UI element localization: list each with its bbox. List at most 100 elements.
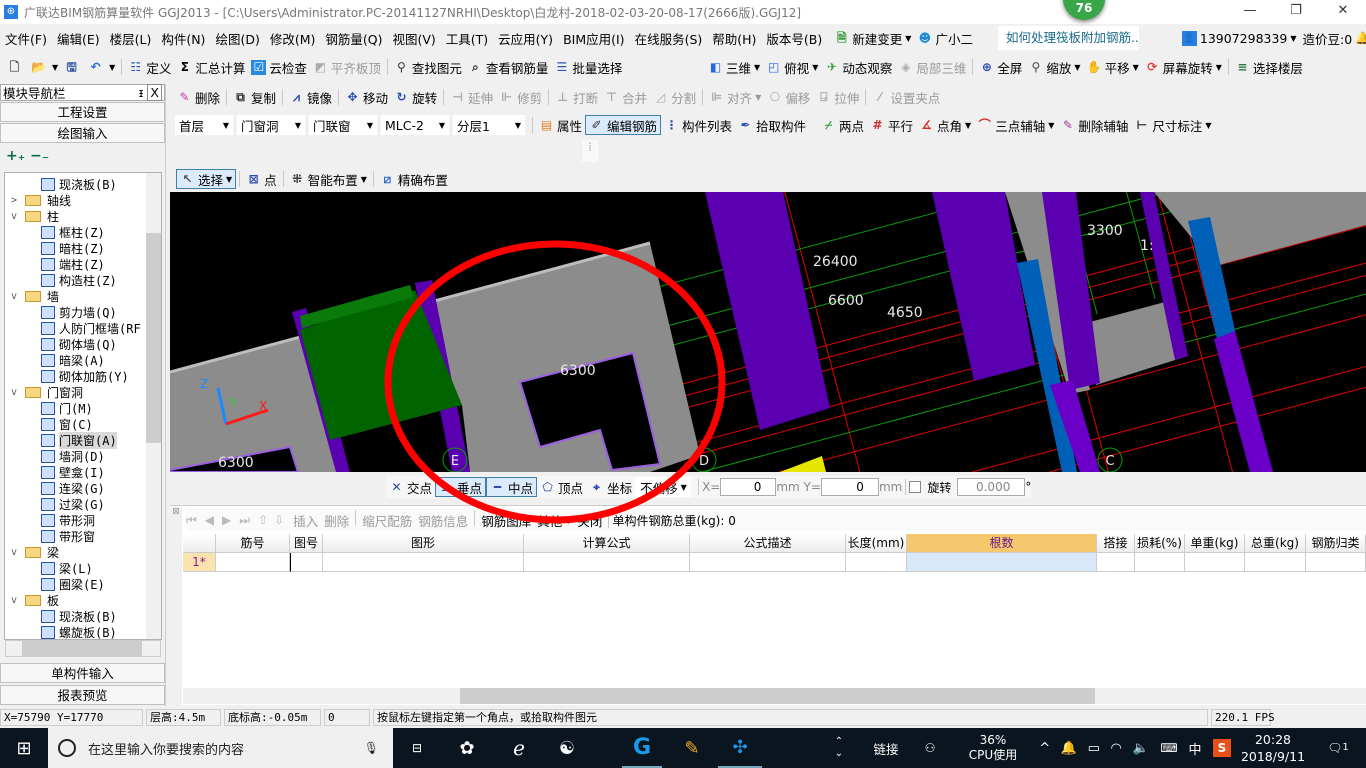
column-header[interactable]: 筋号: [216, 534, 290, 553]
menu-item[interactable]: 云应用(Y): [493, 29, 558, 48]
ie-icon[interactable]: ℯ: [502, 728, 536, 768]
toolbar-grip[interactable]: ⁞: [582, 140, 598, 162]
floor-component-select[interactable]: MLC-2 ▼: [381, 115, 449, 135]
menu-item[interactable]: 文件(F): [0, 29, 52, 48]
item-button[interactable]: 其他 ▼: [534, 510, 574, 530]
column-header[interactable]: 计算公式: [524, 534, 690, 553]
break-button[interactable]: ⊥ 打断: [552, 87, 601, 107]
row-move-icons[interactable]: ⇧⇩: [258, 513, 290, 527]
column-header[interactable]: 搭接: [1097, 534, 1135, 553]
tree-item[interactable]: 墙洞(D): [41, 448, 105, 464]
user-account[interactable]: 👤 13907298339 ▼: [1179, 28, 1300, 48]
floor-component-select[interactable]: 门窗洞 ▼: [237, 115, 305, 135]
fullscreen-button[interactable]: ⊕ 全屏: [976, 57, 1025, 77]
precise-layout-button[interactable]: ⧄ 精确布置: [377, 169, 451, 189]
copy-button[interactable]: ⧉ 复制: [230, 87, 279, 107]
mirror-button[interactable]: ⩘ 镜像: [286, 87, 335, 107]
component-list-button[interactable]: ⋮ 构件列表: [661, 115, 735, 135]
open-folder-button[interactable]: 📂 ▼: [28, 57, 61, 77]
perpendicular-button[interactable]: ⊥ 垂点: [435, 477, 487, 497]
table-hscrollbar[interactable]: [183, 688, 1366, 704]
drawing-input-button[interactable]: 绘图输入: [0, 123, 165, 143]
table-cell[interactable]: [1135, 553, 1185, 572]
item-button[interactable]: 钢筋信息: [415, 510, 471, 530]
dropdown-arrow-icon[interactable]: ▼: [1133, 63, 1139, 72]
collapse-all-icon[interactable]: −₋: [30, 148, 49, 164]
tree-item[interactable]: 现浇板(B): [41, 608, 117, 624]
extend-button[interactable]: ⊣ 延伸: [447, 87, 496, 107]
menu-item[interactable]: 修改(M): [265, 29, 321, 48]
record-nav-icons[interactable]: ⏮◀▶⏭: [186, 513, 258, 528]
table-cell[interactable]: [290, 553, 323, 572]
table-cell[interactable]: [1097, 553, 1135, 572]
point-button[interactable]: ⊠ 点: [243, 169, 280, 189]
pointer-button[interactable]: ↖ 选择 ▼: [176, 169, 237, 189]
item-button[interactable]: 缩尺配筋: [359, 510, 415, 530]
bell-icon[interactable]: 🔔: [1355, 31, 1366, 46]
view-rebar-button[interactable]: ⌕ 查看钢筋量: [465, 57, 552, 77]
align-button[interactable]: ⊫ 对齐 ▼: [706, 87, 764, 107]
edit-rebar-button[interactable]: ✐ 编辑钢筋: [585, 115, 662, 135]
rotate-screen-button[interactable]: ⟳ 屏幕旋转 ▼: [1142, 57, 1225, 77]
fan-app-icon[interactable]: ✿: [450, 728, 484, 768]
table-cell[interactable]: [846, 553, 907, 572]
cloud-check-button[interactable]: ☑ 云检查: [248, 57, 310, 77]
tree-vscrollbar[interactable]: [146, 173, 161, 639]
microphone-icon[interactable]: 🎙: [364, 741, 379, 755]
tree-item[interactable]: > 轴线: [11, 192, 71, 208]
align-slab-button[interactable]: ◩ 平齐板顶: [310, 57, 384, 77]
table-cell[interactable]: [690, 553, 846, 572]
split-button[interactable]: ◿ 分割: [650, 87, 699, 107]
dropdown-arrow-icon[interactable]: ▼: [1205, 121, 1211, 130]
tree-item[interactable]: 端柱(Z): [41, 256, 105, 272]
windows-start-icon[interactable]: ⊞: [0, 728, 48, 768]
expander-icon[interactable]: v: [11, 547, 21, 558]
tree-item[interactable]: v柱: [11, 208, 59, 224]
glodon-app-icon[interactable]: G: [622, 728, 662, 768]
people-icon[interactable]: ⚇: [915, 728, 945, 768]
dropdown-arrow-icon[interactable]: ▼: [965, 121, 971, 130]
dropdown-arrow-icon[interactable]: ▼: [361, 175, 367, 184]
table-cell[interactable]: [907, 553, 1097, 572]
notes-app-icon[interactable]: ✎: [672, 728, 712, 768]
dropdown-arrow-icon[interactable]: ▼: [226, 175, 232, 184]
batch-select-button[interactable]: ☰ 批量选择: [551, 57, 625, 77]
table-cell[interactable]: [1245, 553, 1306, 572]
menu-item[interactable]: 工具(T): [441, 29, 493, 48]
coordinate-button[interactable]: ⌖ 坐标: [586, 477, 635, 497]
delete-button[interactable]: ✎ 删除: [174, 87, 223, 107]
column-header[interactable]: 单重(kg): [1185, 534, 1245, 553]
top-view-button[interactable]: ◰ 俯视 ▼: [763, 57, 821, 77]
dropdown-arrow-icon[interactable]: ▼: [565, 516, 571, 525]
dropdown-arrow-icon[interactable]: ▼: [754, 63, 760, 72]
menu-item[interactable]: 楼层(L): [105, 29, 157, 48]
notification-center[interactable]: 🗨 1: [1318, 728, 1358, 768]
tree-item[interactable]: 壁龛(I): [41, 464, 105, 480]
offset-mode-select[interactable]: 不偏移 ▼: [635, 477, 692, 497]
tree-item[interactable]: 门联窗(A): [41, 431, 117, 449]
smart-layout-button[interactable]: ⁜ 智能布置 ▼: [287, 169, 370, 189]
find-button[interactable]: ⚲ 查找图元: [391, 57, 465, 77]
pin-icon[interactable]: ᵻ: [139, 85, 144, 100]
floor-component-select[interactable]: 门联窗 ▼: [309, 115, 377, 135]
beans-count[interactable]: 造价豆:0: [1300, 28, 1356, 48]
tree-item[interactable]: 连梁(G): [41, 480, 105, 496]
column-header[interactable]: 钢筋归类: [1306, 534, 1366, 553]
menu-item[interactable]: 构件(N): [156, 29, 210, 48]
tree-item[interactable]: 带形窗: [41, 528, 95, 544]
dropdown-arrow-icon[interactable]: ▼: [812, 63, 818, 72]
taskbar-scroll[interactable]: ⌃ ⌄: [832, 728, 846, 768]
menu-item[interactable]: 钢筋量(Q): [320, 29, 387, 48]
maximize-button[interactable]: ❐: [1273, 0, 1319, 22]
dropdown-arrow-icon[interactable]: ▼: [109, 63, 115, 72]
dimension-button[interactable]: ⊢ 尺寸标注 ▼: [1131, 115, 1214, 135]
menu-item[interactable]: 绘图(D): [210, 29, 264, 48]
floor-component-select[interactable]: 分层1 ▼: [453, 115, 525, 135]
expander-icon[interactable]: >: [11, 195, 21, 206]
close-button[interactable]: ✕: [1320, 0, 1366, 22]
menu-item[interactable]: 编辑(E): [52, 29, 105, 48]
close-panel-button[interactable]: X: [147, 84, 162, 101]
dropdown-arrow-icon[interactable]: ▼: [52, 63, 58, 72]
tree-item[interactable]: 圈梁(E): [41, 576, 105, 592]
offset-button[interactable]: ⎔ 偏移: [764, 87, 813, 107]
